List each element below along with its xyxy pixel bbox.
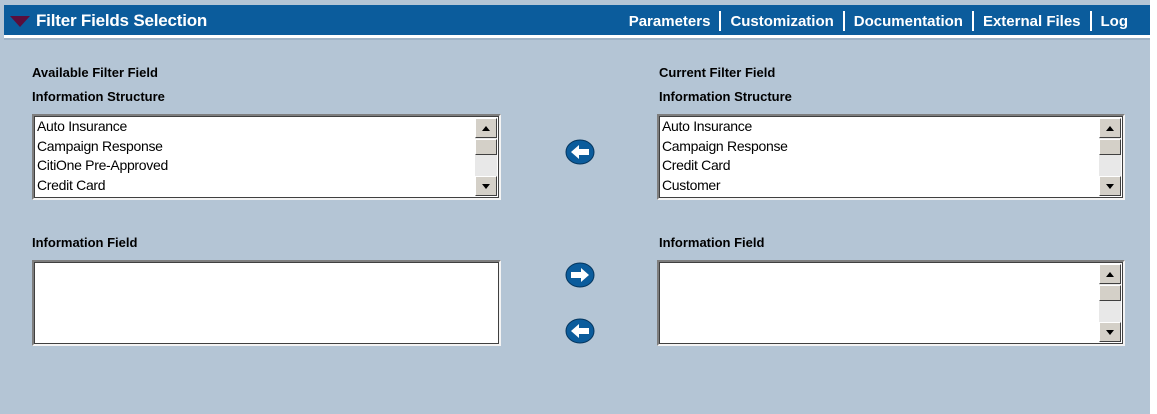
nav-log[interactable]: Log — [1101, 13, 1129, 30]
filter-fields-window: Filter Fields Selection Parameters Custo… — [0, 0, 1157, 414]
list-item[interactable]: CitiOne Pre-Approved — [37, 156, 168, 176]
arrow-down-icon — [1106, 330, 1114, 335]
scroll-thumb[interactable] — [1099, 139, 1121, 155]
available-structure-listbox[interactable]: Auto Insurance Campaign Response CitiOne… — [32, 114, 501, 200]
list-item[interactable]: Auto Insurance — [662, 117, 788, 137]
page-title: Filter Fields Selection — [36, 11, 208, 30]
scroll-down-button[interactable] — [1099, 176, 1121, 196]
current-structure-listbox[interactable]: Auto Insurance Campaign Response Credit … — [657, 114, 1125, 200]
available-field-listbox[interactable] — [32, 260, 501, 346]
list-item[interactable]: Auto Insurance — [37, 117, 168, 137]
available-structure-items: Auto Insurance Campaign Response CitiOne… — [37, 117, 168, 195]
list-item[interactable]: Credit Card — [37, 176, 168, 196]
nav-external-files[interactable]: External Files — [983, 13, 1081, 30]
list-item[interactable]: Credit Card — [662, 156, 788, 176]
scroll-down-button[interactable] — [1099, 322, 1121, 342]
available-structure-scrollbar[interactable] — [475, 118, 497, 196]
arrow-down-icon — [1106, 184, 1114, 189]
content-panel — [0, 0, 1150, 414]
arrow-right-icon — [565, 262, 595, 288]
top-nav: Parameters Customization Documentation E… — [629, 11, 1128, 31]
title-bar: Filter Fields Selection Parameters Custo… — [4, 5, 1150, 35]
current-field-listbox[interactable] — [657, 260, 1125, 346]
add-field-button[interactable] — [565, 262, 595, 288]
available-field-label: Information Field — [32, 235, 138, 250]
nav-documentation[interactable]: Documentation — [854, 13, 963, 30]
arrow-left-icon — [565, 318, 595, 344]
available-heading: Available Filter Field — [32, 65, 158, 80]
list-item[interactable]: Campaign Response — [37, 137, 168, 157]
scroll-thumb[interactable] — [1099, 285, 1121, 301]
arrow-up-icon — [1106, 126, 1114, 131]
collapse-triangle-icon[interactable] — [10, 16, 30, 27]
remove-field-button[interactable] — [565, 318, 595, 344]
available-structure-label: Information Structure — [32, 89, 165, 104]
scroll-down-button[interactable] — [475, 176, 497, 196]
current-structure-items: Auto Insurance Campaign Response Credit … — [662, 117, 788, 195]
current-field-label: Information Field — [659, 235, 765, 250]
arrow-down-icon — [482, 184, 490, 189]
current-structure-label: Information Structure — [659, 89, 792, 104]
list-item[interactable]: Customer — [662, 176, 788, 196]
arrow-up-icon — [482, 126, 490, 131]
nav-separator — [971, 11, 974, 31]
arrow-left-icon — [565, 139, 595, 165]
nav-separator — [842, 11, 845, 31]
scroll-thumb[interactable] — [475, 139, 497, 155]
nav-parameters[interactable]: Parameters — [629, 13, 711, 30]
arrow-up-icon — [1106, 272, 1114, 277]
scroll-up-button[interactable] — [1099, 118, 1121, 138]
list-item[interactable]: Campaign Response — [662, 137, 788, 157]
scroll-up-button[interactable] — [475, 118, 497, 138]
current-structure-scrollbar[interactable] — [1099, 118, 1121, 196]
nav-customization[interactable]: Customization — [730, 13, 833, 30]
current-field-scrollbar[interactable] — [1099, 264, 1121, 342]
scroll-up-button[interactable] — [1099, 264, 1121, 284]
remove-structure-button[interactable] — [565, 139, 595, 165]
current-heading: Current Filter Field — [659, 65, 776, 80]
nav-separator — [1089, 11, 1092, 31]
title-underline-shade — [4, 38, 1150, 40]
nav-separator — [719, 11, 722, 31]
